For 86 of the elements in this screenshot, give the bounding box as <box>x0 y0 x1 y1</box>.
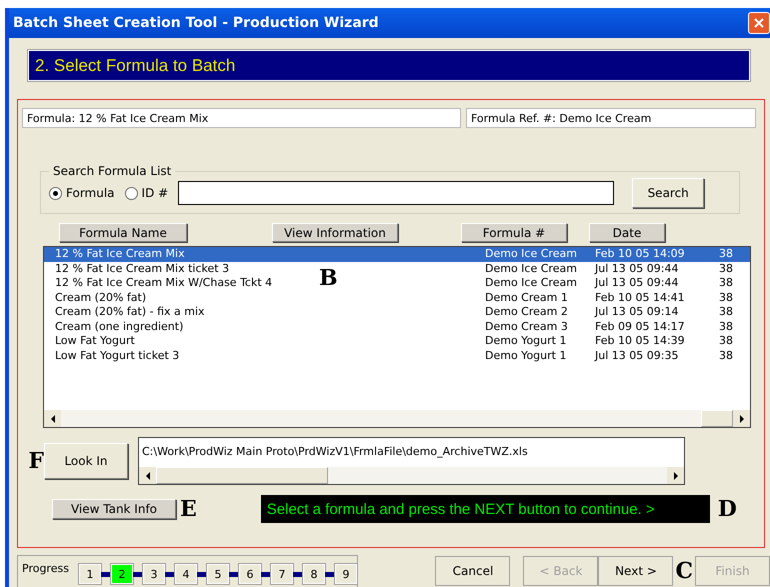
callout-letter: F <box>27 450 44 472</box>
column-header-button[interactable]: Formula Name <box>59 223 187 242</box>
file-path: C:\Work\ProdWiz Main Proto\PrdWizV1\FrmlaFile\demo_ArchiveTWZ.xls <box>141 444 529 458</box>
list-cell: Feb 10 05 14:41 <box>595 290 685 305</box>
progress-connector <box>260 572 271 576</box>
list-cell: 12 % Fat Ice Cream Mix <box>55 247 185 262</box>
column-header-button[interactable]: View Information <box>272 223 398 242</box>
list-cell: Jul 13 05 09:14 <box>595 305 678 320</box>
formula-field: Formula: 12 % Fat Ice Cream Mix <box>22 108 461 128</box>
list-cell: Demo Cream 3 <box>485 320 568 334</box>
progress-step: 8 <box>302 564 325 584</box>
scrollbar-thumb[interactable] <box>701 410 733 427</box>
search-legend: Search Formula List <box>49 164 176 178</box>
progress-label: Progress <box>22 562 69 575</box>
close-icon <box>753 17 765 29</box>
list-cell: 38 <box>719 276 733 290</box>
list-cell: Demo Ice Cream <box>485 262 577 276</box>
list-cell: Low Fat Yogurt <box>55 334 135 348</box>
left-arrow-icon <box>48 414 56 422</box>
list-cell: 38 <box>719 247 733 262</box>
right-arrow-icon <box>738 414 746 422</box>
window-title: Batch Sheet Creation Tool - Production Wizard <box>13 15 379 31</box>
list-cell: Demo Yogurt 1 <box>485 334 566 348</box>
list-cell: Jul 13 05 09:44 <box>595 262 678 276</box>
progress-step: 6 <box>238 564 261 584</box>
list-cell: Jul 13 05 09:35 <box>595 348 678 363</box>
callout-letter: D <box>718 498 737 520</box>
list-cell: 38 <box>719 348 733 363</box>
radio-option[interactable]: ID # <box>124 186 168 200</box>
radio-label: Formula <box>66 186 115 200</box>
progress-connector <box>164 572 175 576</box>
close-button[interactable] <box>748 12 770 34</box>
progress-step: 1 <box>78 564 101 584</box>
progress-connector <box>324 572 335 576</box>
list-cell: Demo Ice Cream <box>485 247 577 262</box>
progress-step: 2 <box>110 564 133 584</box>
progress-step: 3 <box>142 564 165 584</box>
list-cell: Feb 10 05 14:09 <box>595 247 685 262</box>
right-arrow-icon <box>672 472 680 480</box>
list-cell: 38 <box>719 320 733 334</box>
list-cell: Cream (one ingredient) <box>55 320 184 334</box>
progress-step: 9 <box>334 564 357 584</box>
list-cell: Demo Ice Cream <box>485 276 577 290</box>
formula-ref-field: Formula Ref. #: Demo Ice Cream <box>466 108 756 128</box>
progress-step: 4 <box>174 564 197 584</box>
list-cell: Demo Cream 1 <box>485 290 568 305</box>
left-arrow-icon <box>144 472 152 480</box>
status-message: Select a formula and press the NEXT button to continue. > <box>260 495 710 523</box>
look-in-button[interactable]: Look In <box>44 443 128 479</box>
list-cell: 38 <box>719 262 733 276</box>
radio-label: ID # <box>142 186 168 200</box>
wizard-button[interactable]: Cancel <box>435 556 510 586</box>
scrollbar-thumb[interactable] <box>156 467 328 484</box>
horizontal-scrollbar[interactable] <box>139 467 684 484</box>
progress-connector <box>100 572 111 576</box>
list-cell: 38 <box>719 334 733 348</box>
progress-step: 5 <box>206 564 229 584</box>
list-cell: 12 % Fat Ice Cream Mix ticket 3 <box>55 262 230 276</box>
list-cell: Cream (20% fat) <box>55 290 146 305</box>
view-tank-info-button[interactable]: View Tank Info <box>52 499 176 519</box>
list-cell: Demo Cream 2 <box>485 305 568 320</box>
column-header-button[interactable]: Date <box>589 223 665 242</box>
list-cell: Feb 10 05 14:39 <box>595 334 685 348</box>
column-header-button[interactable]: Formula # <box>461 223 567 242</box>
radio-option[interactable]: Formula <box>49 186 115 200</box>
list-row[interactable]: 12 % Fat Ice Cream Mix Demo Ice Cream Feb 10 05 14:09 38 <box>44 247 750 262</box>
list-cell: 38 <box>719 290 733 305</box>
callout-letter: E <box>180 498 197 520</box>
horizontal-scrollbar[interactable] <box>44 410 750 427</box>
progress-connector <box>196 572 207 576</box>
progress-step: 7 <box>270 564 293 584</box>
progress-connector <box>132 572 143 576</box>
list-cell: Low Fat Yogurt ticket 3 <box>55 348 180 363</box>
search-field[interactable] <box>178 181 614 205</box>
progress-connector <box>292 572 303 576</box>
list-cell: Cream (20% fat) - fix a mix <box>55 305 205 320</box>
progress-connector <box>228 572 239 576</box>
list-cell: Demo Yogurt 1 <box>485 348 566 363</box>
list-cell: 38 <box>719 305 733 320</box>
wizard-button[interactable]: Next > <box>598 556 674 586</box>
search-button[interactable]: Search <box>632 178 704 208</box>
list-cell: Feb 09 05 14:17 <box>595 320 685 334</box>
callout-letter: C <box>675 560 693 582</box>
list-cell: Jul 13 05 09:44 <box>595 276 678 290</box>
step-banner: 2. Select Formula to Batch <box>28 50 750 81</box>
list-cell: 12 % Fat Ice Cream Mix W/Chase Tckt 4 <box>55 276 272 290</box>
